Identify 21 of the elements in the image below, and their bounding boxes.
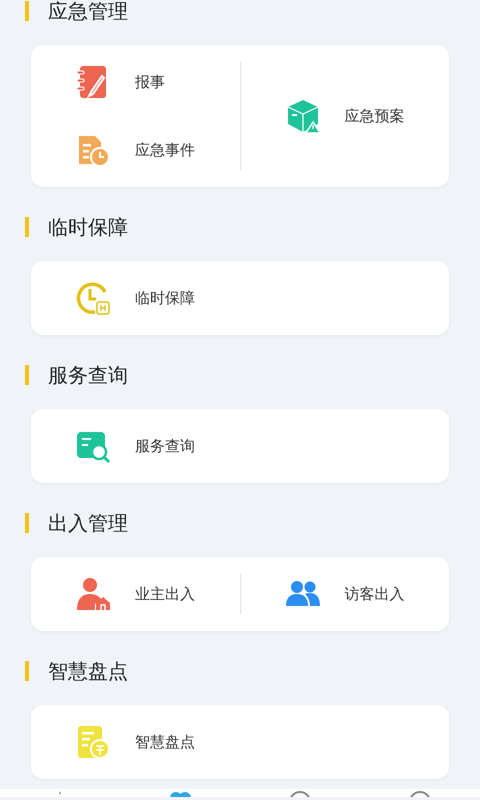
menu-item[interactable]: 临时保障 — [31, 264, 449, 332]
heading-marker — [25, 217, 29, 237]
section-title: 临时保障 — [48, 214, 128, 240]
heading-marker — [25, 513, 29, 533]
menu-item[interactable]: 报事 — [31, 48, 240, 116]
section-title: 服务查询 — [48, 362, 128, 388]
menu-item[interactable]: 应急事件 — [31, 116, 240, 184]
clock-icon — [75, 280, 111, 316]
section-title: 出入管理 — [48, 510, 128, 536]
section-title: 应急管理 — [48, 0, 128, 24]
menu-item[interactable]: 应急预案 — [240, 82, 449, 150]
menu-item[interactable]: 业主出入 — [31, 560, 240, 628]
menu-item[interactable]: 智慧盘点 — [31, 708, 449, 776]
heading-marker — [25, 365, 29, 385]
menu-item[interactable]: 访客出入 — [240, 560, 449, 628]
heading-marker — [25, 661, 29, 681]
heading-marker — [25, 1, 29, 21]
person-house-icon — [75, 576, 111, 612]
document-coin-icon — [75, 724, 111, 760]
section-title: 智慧盘点 — [48, 658, 128, 684]
menu-item[interactable]: 服务查询 — [31, 412, 449, 480]
